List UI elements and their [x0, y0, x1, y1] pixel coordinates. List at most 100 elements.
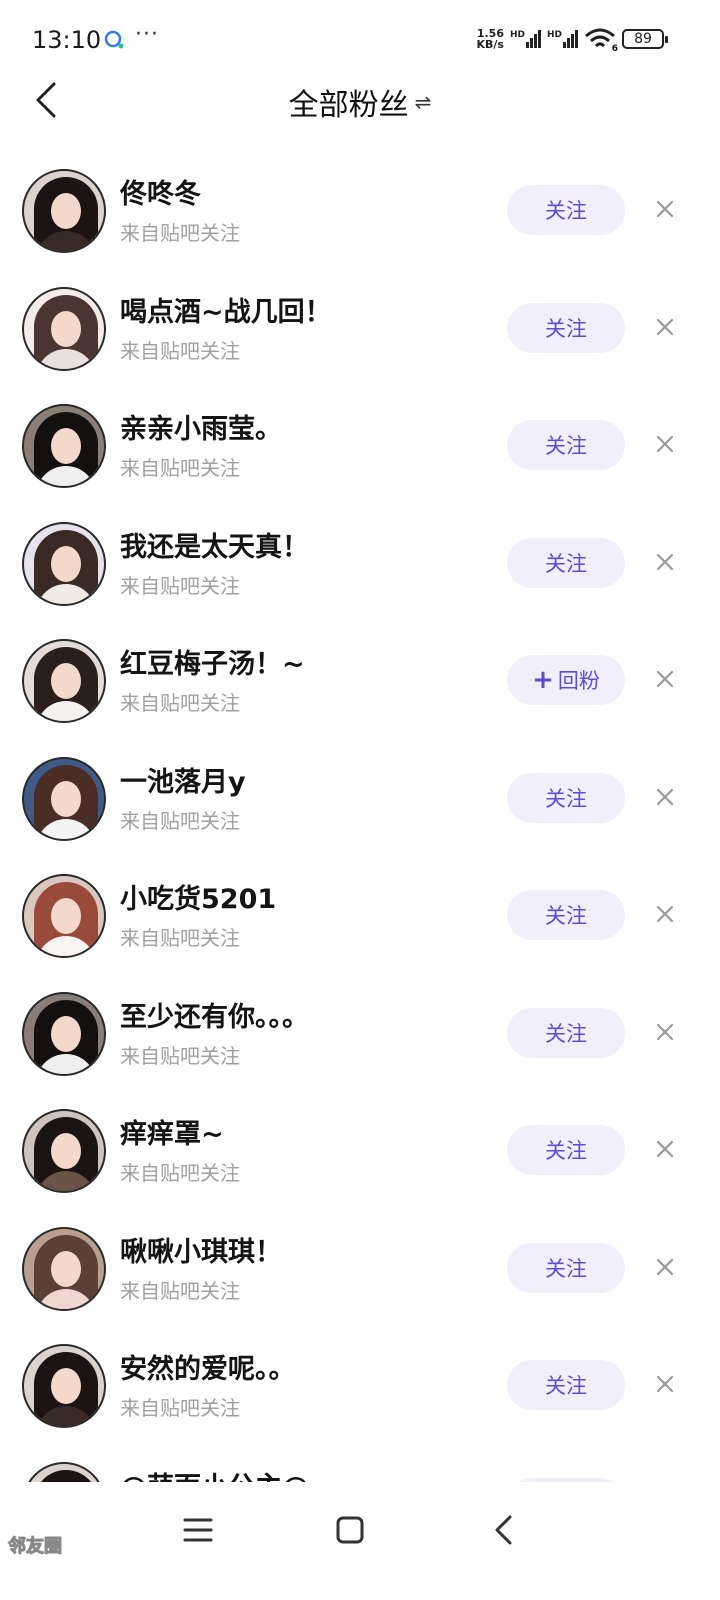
fan-name[interactable]: 佟咚冬 — [120, 172, 201, 211]
close-icon — [656, 670, 674, 688]
avatar[interactable] — [22, 169, 106, 253]
follow-button-label: 关注 — [545, 1374, 587, 1398]
fan-source: 来自贴吧关注 — [120, 221, 240, 245]
title-switch[interactable]: 全部粉丝 ⇌ — [289, 80, 432, 124]
fan-source: 来自贴吧关注 — [120, 1161, 240, 1185]
follow-button[interactable]: 关注 — [507, 420, 625, 470]
fan-row[interactable]: 安然的爱呢。。 来自贴吧关注 关注 — [0, 1327, 720, 1445]
fan-source: 来自贴吧关注 — [120, 1043, 240, 1068]
fan-row[interactable]: 小吃货5201 来自贴吧关注 关注 — [0, 857, 720, 975]
fan-row[interactable]: 喝点酒~战几回！ 来自贴吧关注 关注 — [0, 270, 720, 388]
fan-name[interactable]: 喝点酒~战几回！ — [120, 290, 332, 329]
swap-icon: ⇌ — [414, 90, 432, 114]
close-icon — [656, 905, 674, 923]
fan-name[interactable]: 亲亲小雨莹。 — [120, 407, 282, 446]
menu-button[interactable] — [176, 1508, 220, 1552]
fan-row[interactable]: 痒痒罩~ 来自贴吧关注 关注 — [0, 1092, 720, 1210]
close-icon — [656, 1023, 674, 1040]
hamburger-icon — [183, 1518, 213, 1542]
status-time: 13:10 — [32, 26, 102, 54]
page-title: 全部粉丝 — [288, 88, 409, 123]
follow-button-label: 关注 — [545, 786, 587, 811]
follow-button[interactable]: 关注 — [507, 185, 625, 235]
wifi-icon: 6 — [584, 28, 618, 54]
follow-button[interactable]: 关注 — [507, 1007, 625, 1058]
avatar[interactable] — [22, 1344, 106, 1428]
triangle-back-icon — [495, 1515, 512, 1545]
system-nav-bar — [0, 1482, 720, 1600]
fan-source: 来自贴吧关注 — [120, 808, 240, 833]
fan-name[interactable]: 安然的爱呢。。 — [120, 1347, 296, 1386]
square-home-icon — [336, 1516, 364, 1544]
close-icon — [656, 1140, 674, 1158]
fan-row[interactable]: 红豆梅子汤！~ 来自贴吧关注 + 回粉 — [0, 622, 720, 740]
avatar[interactable] — [22, 1109, 106, 1193]
avatar[interactable] — [22, 1461, 106, 1482]
fan-source: 来自贴吧关注 — [120, 338, 240, 363]
avatar[interactable] — [22, 756, 106, 841]
fan-row[interactable]: 我还是太天真！ 来自贴吧关注 关注 — [0, 505, 720, 623]
follow-button[interactable]: 关注 — [507, 1360, 625, 1410]
avatar[interactable] — [22, 286, 106, 371]
chat-bubble-icon — [103, 30, 125, 54]
follow-button-label: 关注 — [545, 1021, 587, 1046]
follow-button[interactable]: 关注 — [507, 1242, 625, 1293]
follow-button-label: 关注 — [545, 551, 587, 576]
fan-row[interactable]: 啾啾小琪琪！ 来自贴吧关注 关注 — [0, 1210, 720, 1328]
remove-fan-button[interactable] — [650, 312, 680, 342]
remove-fan-button[interactable] — [650, 429, 680, 459]
avatar[interactable] — [22, 1226, 106, 1311]
close-icon — [656, 1258, 674, 1275]
fan-name[interactable]: 红豆梅子汤！~ — [120, 642, 305, 681]
fan-row[interactable]: 一池落月y 来自贴吧关注 关注 — [0, 740, 720, 858]
fan-source: 来自贴吧关注 — [120, 573, 240, 598]
fan-row[interactable]: 至少还有你。。。来自贴吧关注 关注 — [0, 975, 720, 1093]
remove-fan-button[interactable] — [650, 664, 680, 694]
follow-button-label: 关注 — [545, 904, 587, 928]
fan-name[interactable]: 一池落月y — [120, 760, 246, 799]
remove-fan-button[interactable] — [650, 547, 680, 577]
avatar[interactable] — [22, 639, 106, 723]
remove-fan-button[interactable] — [650, 1252, 680, 1282]
fan-name[interactable]: 痒痒罩~ — [120, 1112, 224, 1151]
fan-source: 来自贴吧关注 — [120, 926, 240, 950]
battery-icon: 89 — [622, 29, 668, 49]
close-icon — [656, 1375, 674, 1393]
follow-button[interactable]: 关注 — [507, 890, 625, 940]
follow-button[interactable]: 关注 — [507, 772, 625, 823]
follow-button-label: 关注 — [545, 434, 587, 458]
remove-fan-button[interactable] — [650, 194, 680, 224]
fan-name[interactable]: 我还是太天真！ — [120, 525, 309, 564]
follow-back-button[interactable]: + 回粉 — [507, 655, 625, 705]
plus-icon: + — [532, 665, 554, 695]
follow-button[interactable]: 关注 — [507, 537, 625, 588]
follow-button-label: 回粉 — [557, 669, 600, 693]
close-icon — [656, 318, 674, 335]
fan-name[interactable]: 啾啾小琪琪！ — [120, 1230, 282, 1269]
avatar[interactable] — [22, 874, 106, 958]
remove-fan-button[interactable] — [650, 782, 680, 812]
remove-fan-button[interactable] — [650, 1017, 680, 1047]
follow-button[interactable]: 关注 — [507, 302, 625, 353]
fan-list: 佟咚冬 来自贴吧关注 关注 喝点酒~战几回！ 来自贴吧关注 关注 亲亲小雨莹。 来自贴吧关注关… — [0, 152, 720, 1482]
fan-row[interactable]: @萌面小公主@来自贴吧关注关注 — [0, 1445, 720, 1483]
remove-fan-button[interactable] — [650, 899, 680, 929]
fan-source: 来自贴吧关注 — [120, 1278, 240, 1303]
avatar[interactable] — [22, 991, 106, 1076]
fan-name[interactable]: 至少还有你。。。 — [120, 995, 309, 1034]
remove-fan-button[interactable] — [650, 1369, 680, 1399]
fan-source: 来自贴吧关注 — [120, 456, 240, 480]
fan-name[interactable]: 小吃货5201 — [120, 877, 276, 916]
remove-fan-button[interactable] — [650, 1134, 680, 1164]
fan-row[interactable]: 亲亲小雨莹。来自贴吧关注 关注 — [0, 387, 720, 505]
fan-row[interactable]: 佟咚冬来自贴吧关注 关注 — [0, 152, 720, 270]
avatar[interactable] — [22, 521, 106, 606]
system-back-button[interactable] — [482, 1508, 526, 1552]
fan-name[interactable]: @萌面小公主@ — [120, 1465, 309, 1483]
avatar[interactable] — [22, 404, 106, 488]
follow-button[interactable]: 关注 — [507, 1125, 625, 1175]
close-icon — [656, 435, 674, 453]
follow-button-label: 关注 — [545, 316, 587, 341]
home-button[interactable] — [328, 1508, 372, 1552]
signal-icon: HD — [510, 30, 541, 48]
